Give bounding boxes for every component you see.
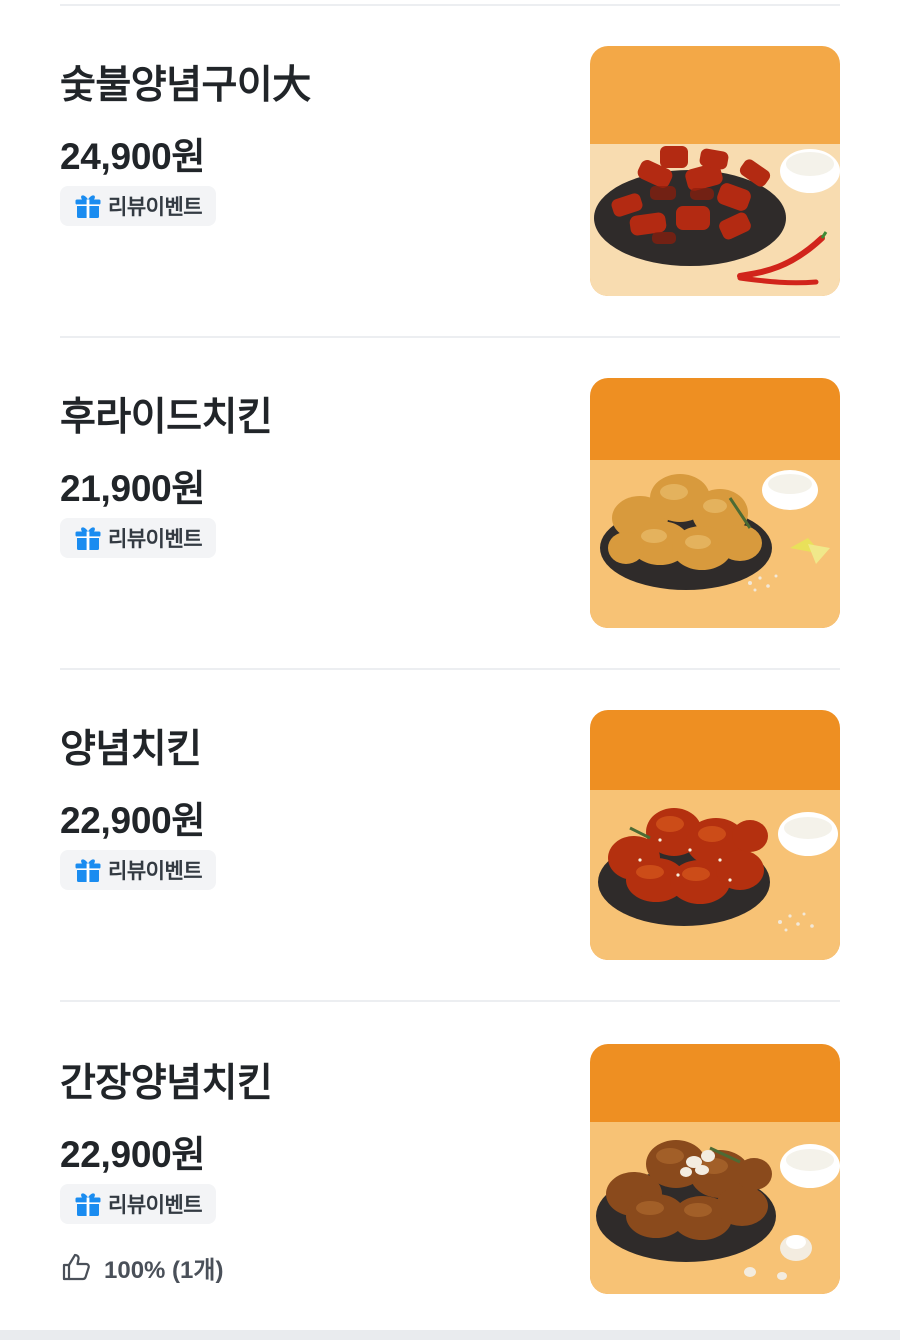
menu-item-3[interactable]: 양념치킨 22,900원 리뷰이벤트 [0, 664, 900, 996]
badge-label: 리뷰이벤트 [108, 860, 203, 883]
gift-icon [75, 195, 101, 218]
menu-item-1[interactable]: 숯불양념구이大 24,900원 리뷰이벤트 [0, 0, 900, 332]
gift-icon [75, 527, 101, 550]
bottom-bar [0, 1330, 900, 1340]
soy-garlic-chicken-photo[interactable] [590, 1044, 840, 1294]
review-event-badge: 리뷰이벤트 [60, 186, 216, 226]
gift-icon [75, 859, 101, 882]
gift-icon [75, 1193, 101, 1216]
review-event-badge: 리뷰이벤트 [60, 1184, 216, 1224]
menu-item-name: 간장양념치킨 [60, 1062, 273, 1105]
rating-summary: 100% (1개) [60, 1250, 223, 1284]
menu-item-name: 후라이드치킨 [60, 396, 273, 439]
seasoned-chicken-photo[interactable] [590, 710, 840, 960]
rating-text: 100% (1개) [104, 1256, 224, 1284]
menu-item-2[interactable]: 후라이드치킨 21,900원 리뷰이벤트 [0, 332, 900, 664]
menu-item-price: 22,900원 [60, 1134, 206, 1175]
fried-chicken-photo[interactable] [590, 378, 840, 628]
review-event-badge: 리뷰이벤트 [60, 518, 216, 558]
badge-label: 리뷰이벤트 [108, 528, 203, 551]
badge-label: 리뷰이벤트 [108, 196, 203, 219]
review-event-badge: 리뷰이벤트 [60, 850, 216, 890]
menu-item-name: 양념치킨 [60, 728, 202, 771]
menu-item-price: 21,900원 [60, 468, 206, 509]
menu-item-4[interactable]: 간장양념치킨 22,900원 리뷰이벤트 100% (1개) [0, 998, 900, 1330]
sauced-grilled-chicken-photo[interactable] [590, 46, 840, 296]
menu-item-name: 숯불양념구이大 [60, 64, 311, 107]
menu-item-price: 24,900원 [60, 136, 206, 177]
menu-item-price: 22,900원 [60, 800, 206, 841]
badge-label: 리뷰이벤트 [108, 1194, 203, 1217]
thumbs-up-icon [62, 1253, 90, 1281]
